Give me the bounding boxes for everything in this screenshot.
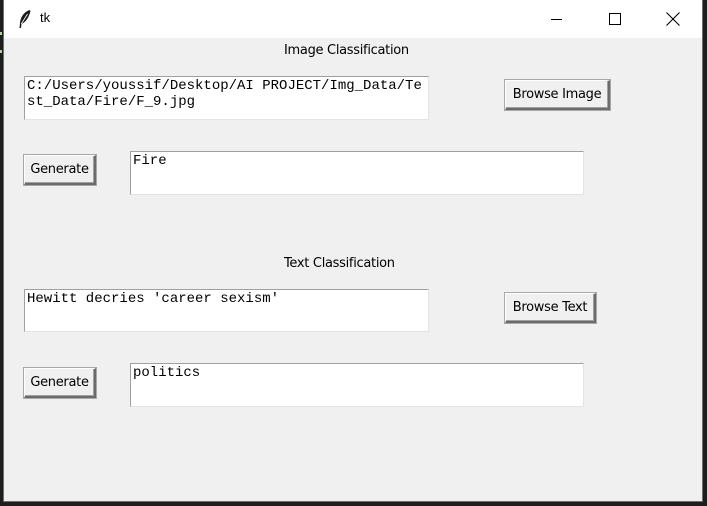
- background-fragment: [0, 32, 2, 35]
- image-result-field[interactable]: Fire: [130, 151, 584, 195]
- image-path-field[interactable]: C:/Users/youssif/Desktop/AI PROJECT/Img_…: [24, 76, 429, 120]
- background-fragment: [0, 50, 2, 53]
- browse-image-button[interactable]: Browse Image: [505, 80, 610, 110]
- generate-image-button[interactable]: Generate: [24, 155, 96, 185]
- text-input-field[interactable]: Hewitt decries 'career sexism': [24, 289, 429, 332]
- window-title: tk: [40, 10, 51, 25]
- text-result-field[interactable]: politics: [130, 363, 584, 407]
- generate-text-button[interactable]: Generate: [24, 368, 96, 398]
- title-bar[interactable]: tk: [4, 0, 702, 38]
- feather-icon: [18, 9, 32, 29]
- minimize-icon: [551, 19, 562, 20]
- maximize-icon: [609, 13, 621, 25]
- close-button[interactable]: [650, 0, 696, 38]
- close-icon: [666, 12, 680, 26]
- minimize-button[interactable]: [534, 0, 580, 38]
- maximize-button[interactable]: [592, 0, 638, 38]
- text-classification-label: Text Classification: [284, 256, 395, 271]
- app-window: tk Image Classification C:/Users/youssif…: [3, 0, 703, 502]
- image-classification-label: Image Classification: [284, 43, 409, 58]
- browse-text-button[interactable]: Browse Text: [505, 293, 596, 323]
